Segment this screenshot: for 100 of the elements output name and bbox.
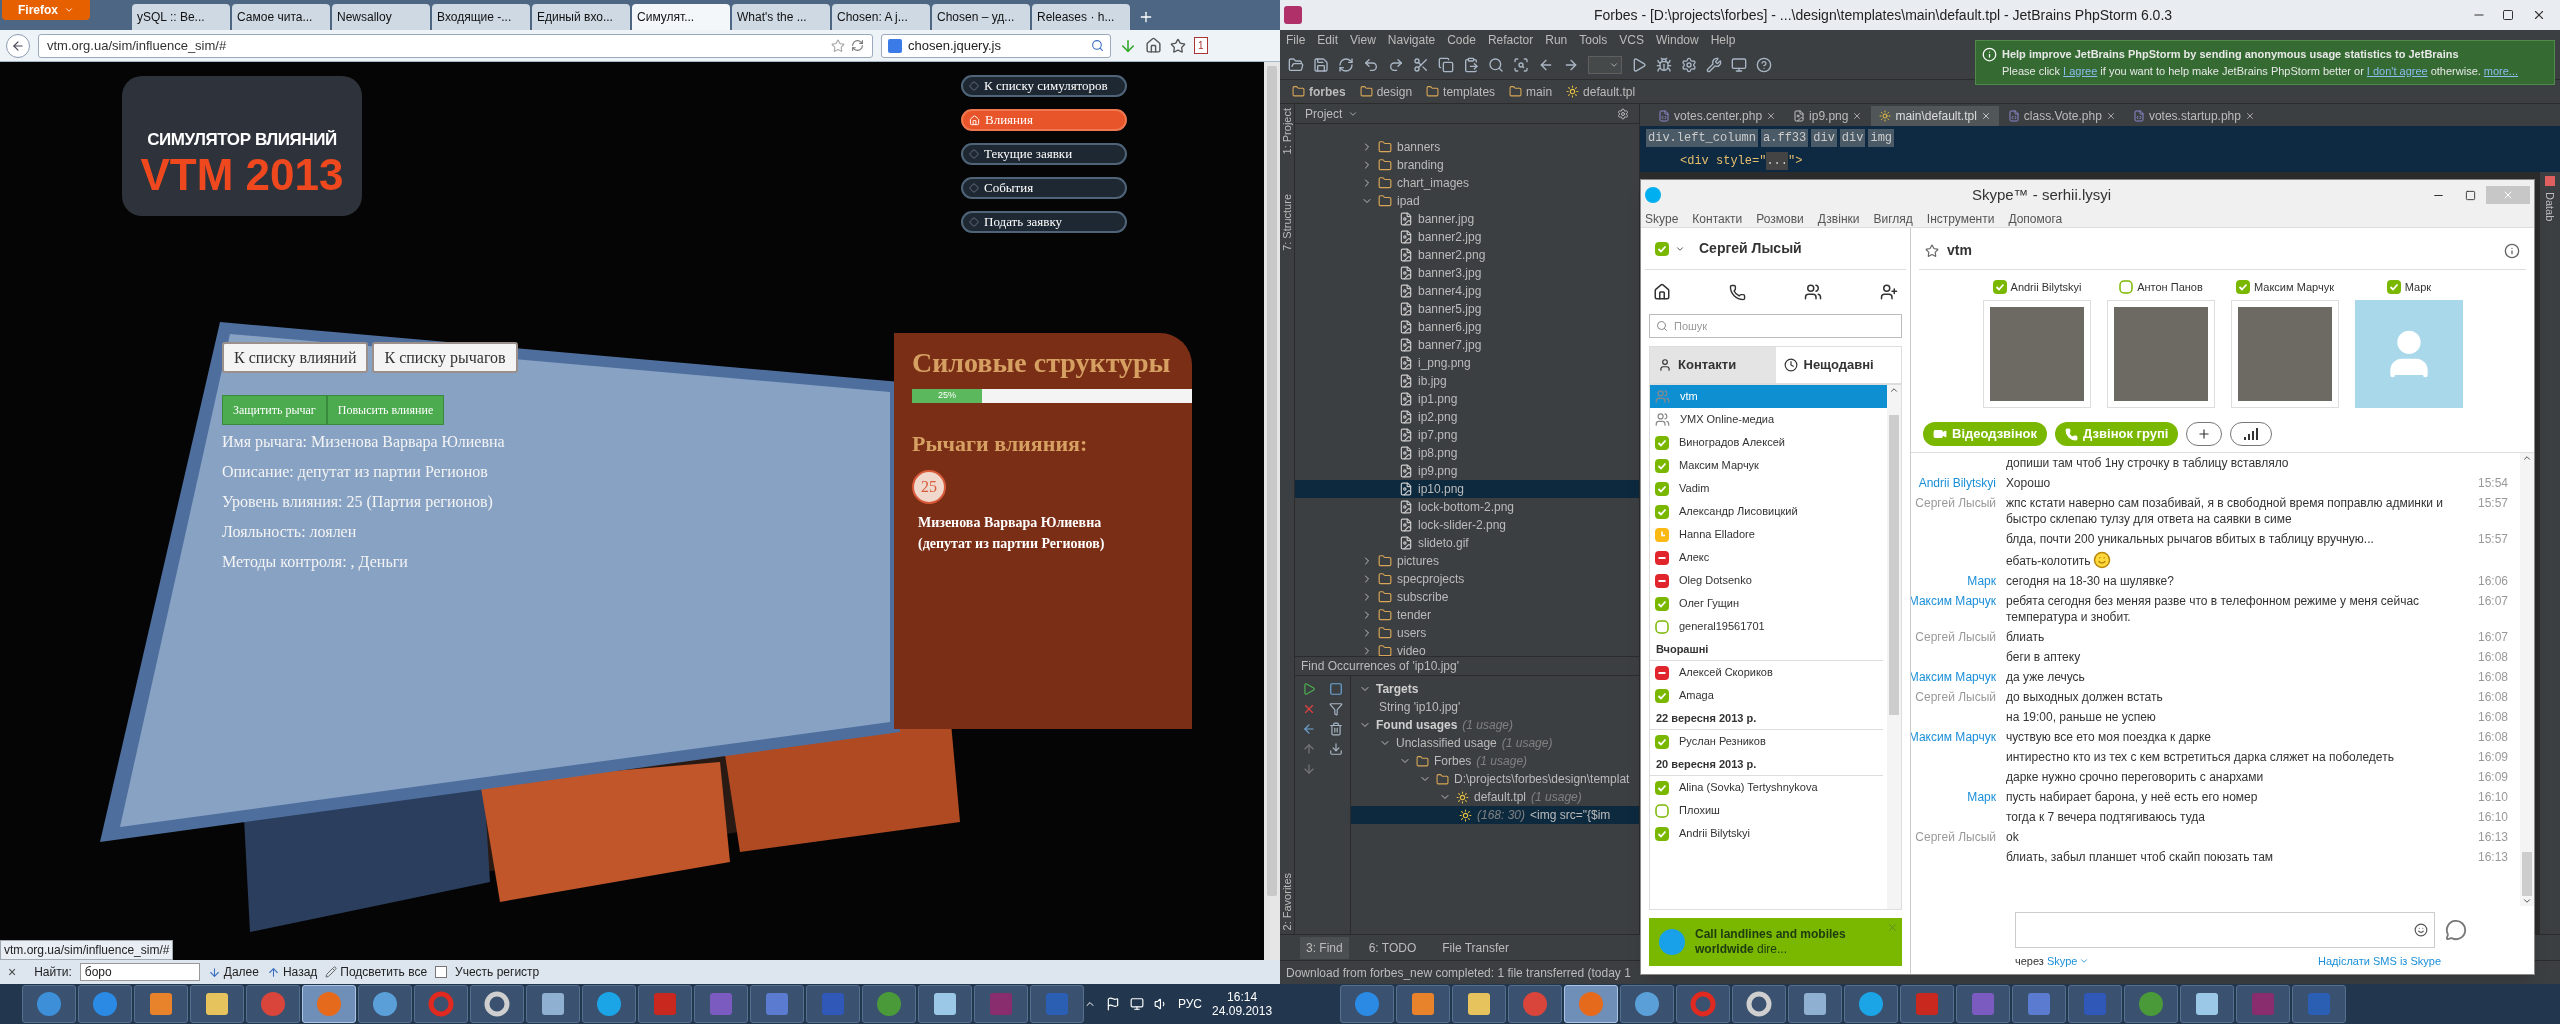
- breadcrumb-item[interactable]: design: [1355, 82, 1417, 101]
- contact-item[interactable]: Алекс: [1650, 546, 1887, 569]
- menu-item[interactable]: Вигляд: [1873, 209, 1913, 228]
- menu-item[interactable]: Tools: [1579, 31, 1608, 49]
- taskbar-button[interactable]: [1844, 985, 1898, 1023]
- scroll-down-icon[interactable]: [2522, 896, 2532, 906]
- taskbar-button[interactable]: [22, 985, 76, 1023]
- taskbar-button[interactable]: [1396, 985, 1450, 1023]
- contact-item[interactable]: Александр Лисовицкий: [1650, 500, 1887, 523]
- info-icon[interactable]: [2504, 242, 2520, 259]
- toggle-icon[interactable]: [1329, 682, 1344, 696]
- taskbar-button[interactable]: [526, 985, 580, 1023]
- bookmarks-icon[interactable]: [1170, 37, 1186, 54]
- tree-item[interactable]: slideto.gif: [1295, 534, 1639, 552]
- tree-item[interactable]: ip2.png: [1295, 408, 1639, 426]
- find-field[interactable]: боро: [79, 963, 200, 981]
- back-icon[interactable]: [1301, 722, 1316, 736]
- close-icon[interactable]: [1766, 111, 1777, 121]
- tool-window-tab[interactable]: 2: Favorites: [1278, 872, 1296, 930]
- bookmark-star-icon[interactable]: [831, 38, 845, 53]
- close-icon[interactable]: [2105, 111, 2116, 121]
- close-find-button[interactable]: ×: [8, 961, 17, 983]
- highlight-all-button[interactable]: Подсветить все: [325, 963, 428, 981]
- menu-item[interactable]: Skype: [1645, 209, 1679, 228]
- tree-item[interactable]: ib.jpg: [1295, 372, 1639, 390]
- tree-item[interactable]: tender: [1295, 606, 1639, 624]
- scrollbar-thumb[interactable]: [2522, 852, 2532, 896]
- tree-item[interactable]: lock-slider-2.png: [1295, 516, 1639, 534]
- menu-item[interactable]: Refactor: [1487, 31, 1534, 49]
- list-button[interactable]: К списку рычагов: [372, 342, 518, 373]
- search-icon[interactable]: [1488, 56, 1504, 73]
- taskbar-button[interactable]: [1452, 985, 1506, 1023]
- reload-icon[interactable]: [851, 39, 864, 52]
- tree-item[interactable]: chart_images: [1295, 174, 1639, 192]
- contact-item[interactable]: УМХ Online-медиа: [1650, 408, 1887, 431]
- up-arrow-icon[interactable]: [1301, 742, 1316, 756]
- export-icon[interactable]: [1329, 742, 1344, 756]
- find-tree-item[interactable]: String 'ip10.jpg': [1351, 698, 1639, 716]
- monitor-icon[interactable]: [1731, 56, 1747, 73]
- browser-tab[interactable]: ySQL :: Be...: [132, 4, 230, 30]
- tree-item[interactable]: ip10.png: [1295, 480, 1639, 498]
- taskbar-button[interactable]: [358, 985, 412, 1023]
- project-view-title[interactable]: Project: [1305, 104, 1343, 123]
- browser-tab[interactable]: Самое чита...: [232, 4, 330, 30]
- menu-item[interactable]: Інструменти: [1926, 209, 1995, 228]
- browser-tab[interactable]: What's the ...: [732, 4, 830, 30]
- menu-item[interactable]: Edit: [1317, 31, 1339, 49]
- replace-icon[interactable]: [1513, 56, 1529, 73]
- scroll-up-icon[interactable]: [1889, 385, 1899, 395]
- paste-icon[interactable]: [1463, 56, 1479, 73]
- firefox-menu-button[interactable]: Firefox: [2, 0, 90, 20]
- home-icon[interactable]: [1653, 283, 1671, 301]
- contact-item[interactable]: Vadim: [1650, 477, 1887, 500]
- close-icon[interactable]: [1852, 111, 1863, 121]
- tree-item[interactable]: pictures: [1295, 552, 1639, 570]
- taskbar-button[interactable]: [582, 985, 636, 1023]
- scrollbar[interactable]: [1887, 385, 1901, 909]
- contact-item[interactable]: Виноградов Алексей: [1650, 431, 1887, 454]
- contact-item[interactable]: Плохиш: [1650, 799, 1887, 822]
- contact-item[interactable]: Alina (Sovka) Tertyshnykova: [1650, 776, 1887, 799]
- nav-pill[interactable]: Влияния: [961, 109, 1127, 131]
- tool-window-tab[interactable]: Datab: [2541, 192, 2559, 222]
- contact-item[interactable]: vtm: [1650, 385, 1887, 408]
- open-folder-icon[interactable]: [1288, 56, 1304, 73]
- find-tree-item[interactable]: Unclassified usage (1 usage): [1351, 734, 1639, 752]
- menu-item[interactable]: Navigate: [1387, 31, 1436, 49]
- list-button[interactable]: К списку влияний: [222, 342, 369, 373]
- contact-item[interactable]: Oleg Dotsenko: [1650, 569, 1887, 592]
- browser-tab[interactable]: Входящие -...: [432, 4, 530, 30]
- tree-item[interactable]: lock-bottom-2.png: [1295, 498, 1639, 516]
- tag-path-item[interactable]: img: [1868, 129, 1895, 147]
- menu-item[interactable]: Розмови: [1756, 209, 1804, 228]
- tool-window-tab[interactable]: 1: Project: [1278, 108, 1296, 155]
- editor-tab[interactable]: main\default.tpl: [1871, 106, 1999, 126]
- new-tab-icon[interactable]: [1138, 9, 1154, 25]
- taskbar-button[interactable]: [918, 985, 972, 1023]
- taskbar-button[interactable]: [2180, 985, 2234, 1023]
- menu-item[interactable]: Help: [1710, 31, 1736, 49]
- copy-icon[interactable]: [1438, 56, 1454, 73]
- tree-item[interactable]: ip7.png: [1295, 426, 1639, 444]
- scissors-icon[interactable]: [1413, 56, 1429, 73]
- breadcrumb-item[interactable]: main: [1505, 82, 1557, 101]
- close-icon[interactable]: [2244, 111, 2255, 121]
- taskbar-button[interactable]: [862, 985, 916, 1023]
- taskbar-button[interactable]: [134, 985, 188, 1023]
- scrollbar[interactable]: [2520, 453, 2534, 906]
- find-tree-item[interactable]: Targets: [1351, 680, 1639, 698]
- tree-item[interactable]: ip8.png: [1295, 444, 1639, 462]
- breadcrumb-item[interactable]: forbes: [1288, 82, 1350, 101]
- tree-item[interactable]: banner7.jpg: [1295, 336, 1639, 354]
- tree-item[interactable]: banner2.jpg: [1295, 228, 1639, 246]
- tree-item[interactable]: banner3.jpg: [1295, 264, 1639, 282]
- find-tree-item[interactable]: Found usages (1 usage): [1351, 716, 1639, 734]
- maximize-icon[interactable]: [2502, 9, 2514, 21]
- taskbar-button[interactable]: [1788, 985, 1842, 1023]
- nav-pill[interactable]: Подать заявку: [961, 211, 1127, 233]
- contact-item[interactable]: Алексей Скориков: [1650, 661, 1887, 684]
- tree-item[interactable]: banners: [1295, 138, 1639, 156]
- tree-item[interactable]: banner2.png: [1295, 246, 1639, 264]
- scrollbar[interactable]: [1264, 62, 1280, 960]
